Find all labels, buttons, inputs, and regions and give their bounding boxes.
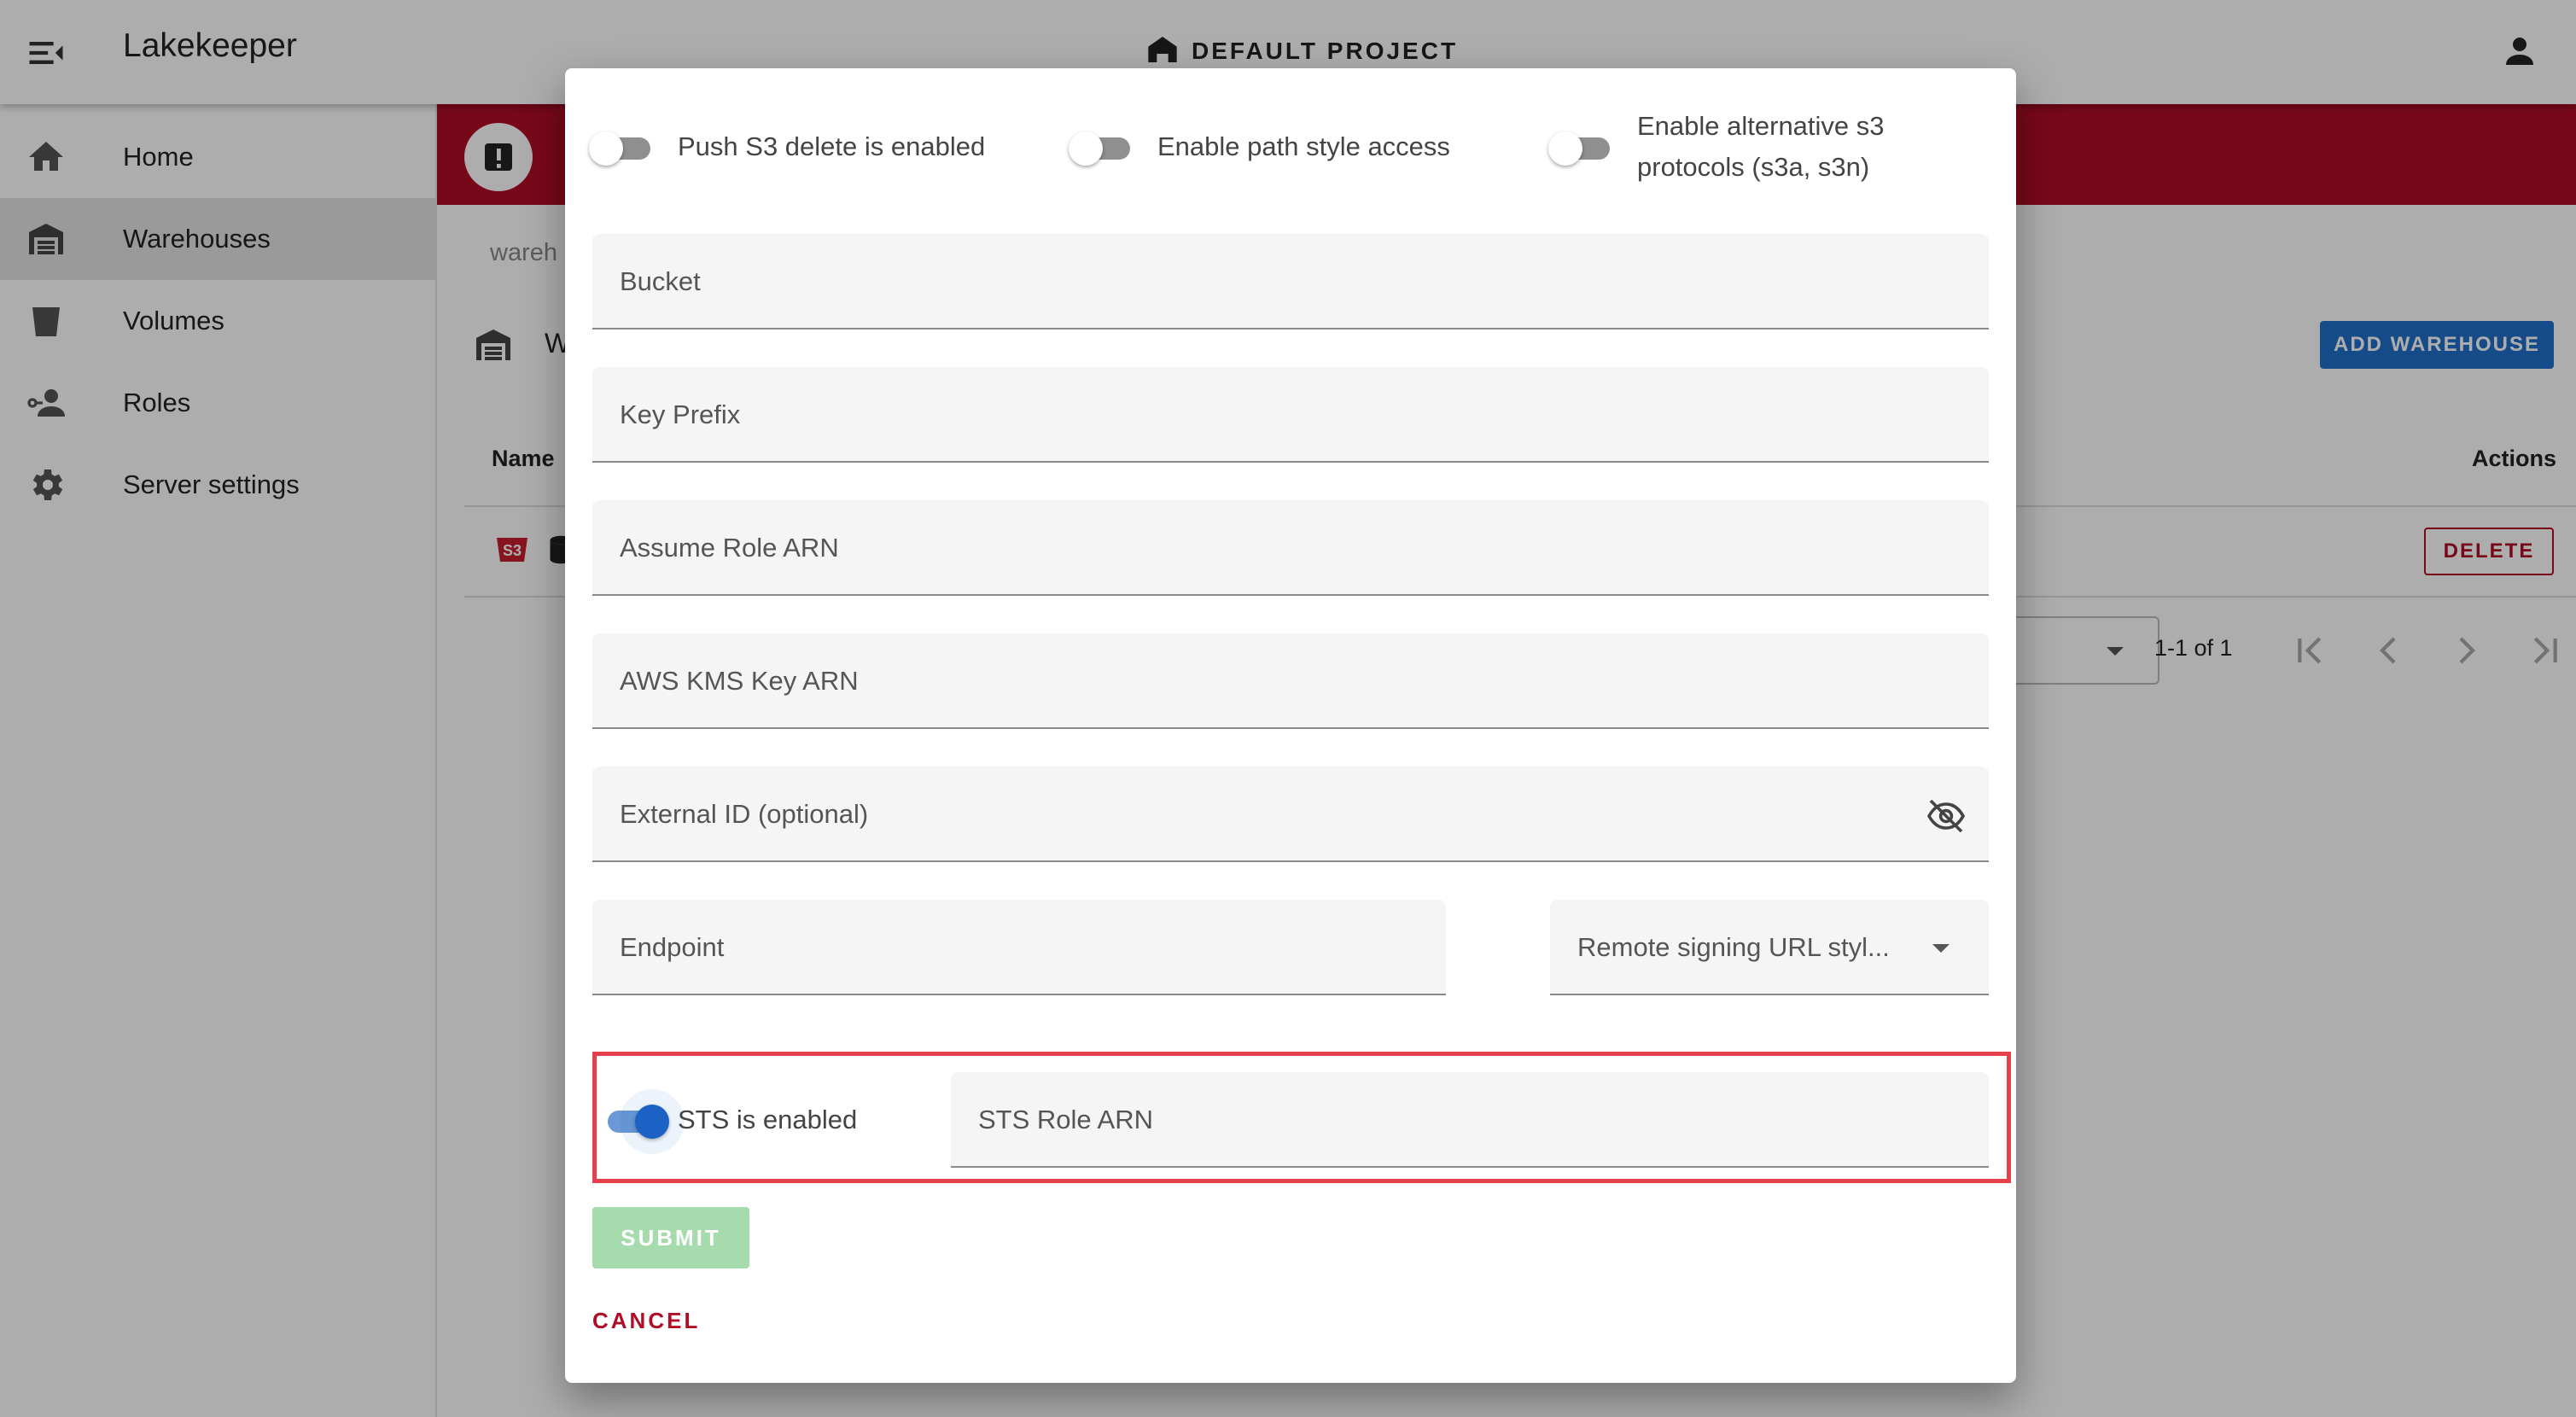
submit-button[interactable]: SUBMIT [592,1207,749,1268]
switch-thumb [589,131,623,166]
bucket-field[interactable]: Bucket [592,234,1989,329]
external-id-label: External ID (optional) [620,799,869,829]
sts-role-arn-field[interactable]: STS Role ARN [951,1072,1989,1168]
endpoint-label: Endpoint [620,932,725,962]
push-s3-delete-label: Push S3 delete is enabled [678,131,986,161]
kms-key-arn-field[interactable]: AWS KMS Key ARN [592,633,1989,729]
switch-thumb [1548,131,1582,166]
kms-key-arn-label: AWS KMS Key ARN [620,666,859,696]
storage-profile-dialog: Push S3 delete is enabled Enable path st… [565,68,2016,1383]
sts-role-arn-label: STS Role ARN [978,1105,1154,1134]
visibility-off-icon[interactable] [1926,796,1967,837]
switch-thumb [635,1105,669,1139]
path-style-access-label: Enable path style access [1157,131,1450,161]
switch-thumb [1069,131,1103,166]
sts-enabled-switch[interactable] [596,1096,673,1144]
key-prefix-label: Key Prefix [620,399,741,429]
alternative-protocols-switch[interactable] [1545,123,1622,171]
alternative-protocols-label-line2: protocols (s3a, s3n) [1637,152,1870,182]
endpoint-field[interactable]: Endpoint [592,900,1446,995]
key-prefix-field[interactable]: Key Prefix [592,367,1989,463]
remote-signing-url-style-label: Remote signing URL styl... [1577,932,1890,962]
assume-role-arn-field[interactable]: Assume Role ARN [592,500,1989,596]
sts-enabled-label: STS is enabled [678,1105,858,1134]
alternative-protocols-label-line1: Enable alternative s3 [1637,111,1885,141]
remote-signing-url-style-select[interactable]: Remote signing URL styl... [1550,900,1989,995]
assume-role-arn-label: Assume Role ARN [620,533,839,563]
caret-down-icon [1932,944,1949,953]
path-style-access-switch[interactable] [1065,123,1142,171]
external-id-field[interactable]: External ID (optional) [592,767,1989,862]
push-s3-delete-switch[interactable] [586,123,662,171]
bucket-label: Bucket [620,266,701,296]
cancel-button[interactable]: CANCEL [592,1308,700,1334]
